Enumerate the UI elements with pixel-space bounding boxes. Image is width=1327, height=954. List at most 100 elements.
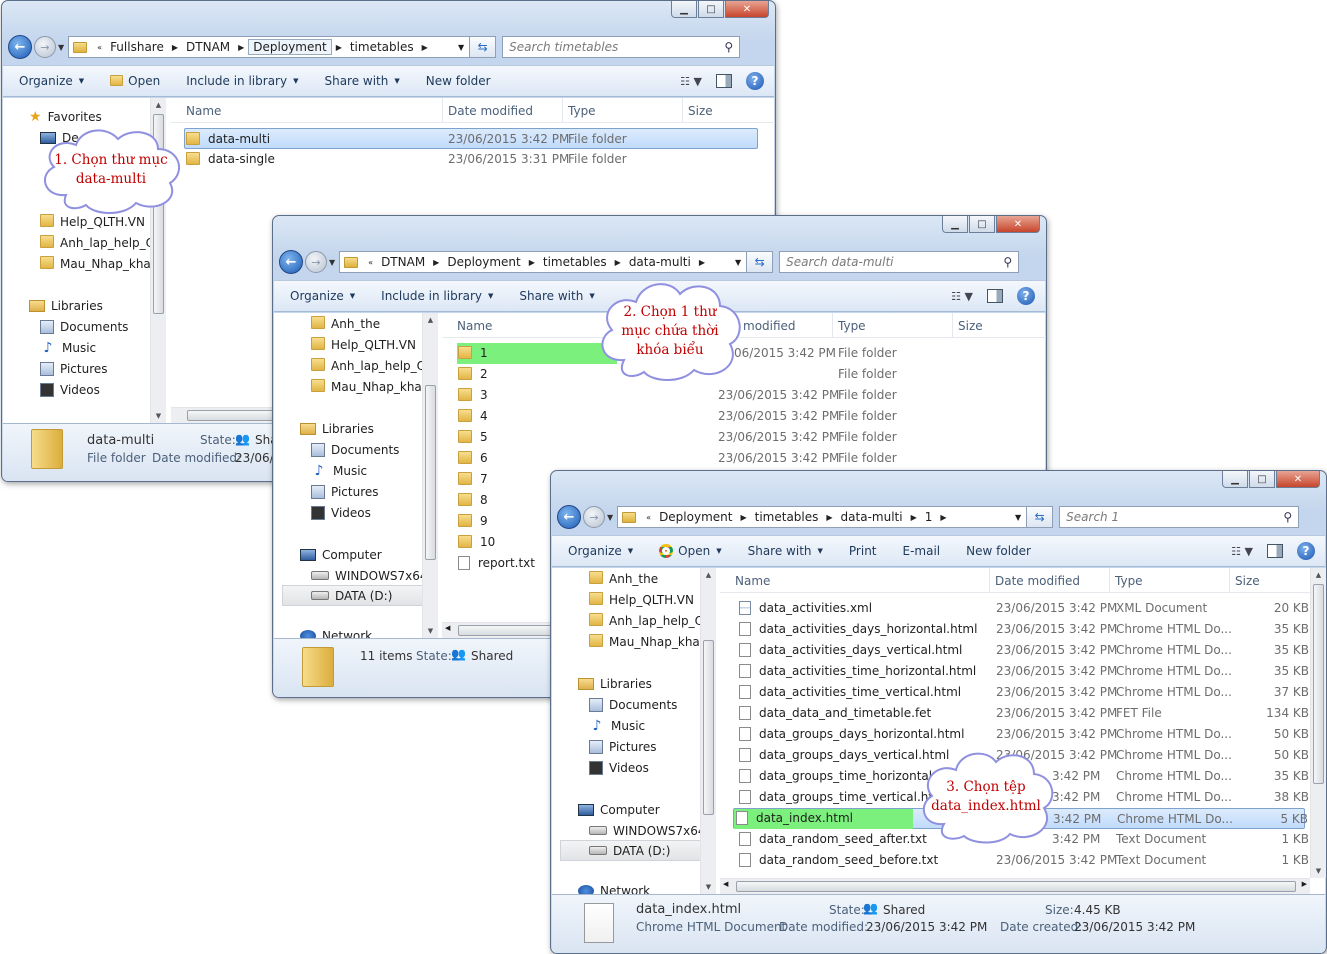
chevron-right-icon[interactable]: ▶ — [736, 513, 750, 522]
help-icon[interactable]: ? — [1017, 287, 1035, 305]
nav-anh-lap-help[interactable]: Anh_lap_help_QL — [311, 355, 424, 376]
file-row-report[interactable]: report.txt — [458, 553, 558, 574]
close-button[interactable]: ✕ — [1276, 471, 1320, 488]
nav-music[interactable]: ♪ Music — [311, 460, 368, 481]
chevron-right-icon[interactable]: ▶ — [695, 258, 709, 267]
nav-windows-drive[interactable]: WINDOWS7x64 ( — [589, 820, 702, 841]
refresh-button[interactable]: ⇆ — [470, 36, 497, 58]
file-row[interactable]: data_activities_days_horizontal.html 23/0… — [733, 619, 1309, 640]
column-date-modified[interactable]: Date modified — [995, 574, 1080, 588]
nav-computer[interactable]: Computer — [578, 799, 660, 820]
nav-libraries[interactable]: Libraries — [578, 673, 652, 694]
nav-anh-lap-help[interactable]: Anh_lap_help_QL — [589, 610, 702, 631]
nav-videos[interactable]: Videos — [311, 502, 371, 523]
breadcrumb-timetables[interactable]: timetables — [346, 40, 418, 54]
close-button[interactable]: ✕ — [996, 216, 1040, 233]
nav-mau-nhap-khau[interactable]: Mau_Nhap_khau — [589, 631, 702, 652]
scroll-up-icon[interactable]: ▲ — [701, 568, 716, 582]
breadcrumb-deployment[interactable]: Deployment — [443, 255, 524, 269]
scroll-up-icon[interactable]: ▲ — [151, 98, 166, 112]
file-row[interactable]: data_random_seed_before.txt 23/06/2015 3:… — [733, 850, 1309, 871]
file-row-3[interactable]: 3 23/06/2015 3:42 PM File folder — [458, 385, 1038, 406]
nav-windows-drive[interactable]: WINDOWS7x64 ( — [311, 565, 424, 586]
search-input[interactable]: Search data-multi ⚲ — [779, 251, 1020, 273]
breadcrumb-deployment[interactable]: Deployment — [655, 510, 736, 524]
column-name[interactable]: Name — [735, 574, 770, 588]
nav-computer[interactable]: Computer — [300, 544, 382, 565]
column-name[interactable]: Name — [186, 104, 221, 118]
back-button[interactable]: ← — [279, 250, 303, 274]
minimize-button[interactable]: ▁ — [942, 216, 968, 233]
file-row-2[interactable]: 2 File folder — [458, 364, 1038, 385]
file-row[interactable]: data_activities.xml 23/06/2015 3:42 PM XML… — [733, 598, 1309, 619]
nav-mau-nhap-khau[interactable]: Mau_Nhap_khau — [40, 253, 151, 274]
recent-pages-dropdown[interactable]: ▼ — [58, 43, 64, 52]
scroll-left-icon[interactable]: ◀ — [723, 880, 728, 888]
breadcrumb-1[interactable]: 1 — [921, 510, 937, 524]
change-view-icon[interactable]: ☷ ▼ — [1231, 545, 1253, 558]
file-row[interactable]: data_groups_days_horizontal.html 23/06/20… — [733, 724, 1309, 745]
refresh-button[interactable]: ⇆ — [747, 251, 774, 273]
column-type[interactable]: Type — [838, 319, 866, 333]
email-button[interactable]: E-mail — [903, 544, 941, 558]
chevron-right-icon[interactable]: ▶ — [822, 513, 836, 522]
breadcrumb-timetables[interactable]: timetables — [751, 510, 823, 524]
address-bar[interactable]: « DTNAM ▶ Deployment ▶ timetables ▶ data-mu… — [339, 251, 748, 273]
nav-pictures[interactable]: Pictures — [311, 481, 379, 502]
address-bar[interactable]: « Fullshare ▶ DTNAM ▶ Deployment ▶ timetabl… — [68, 36, 471, 58]
nav-network[interactable]: Network — [300, 625, 372, 638]
file-list-hscrollbar[interactable]: ◀ — [442, 622, 552, 638]
forward-button[interactable]: → — [34, 36, 56, 58]
file-row-4[interactable]: 4 23/06/2015 3:42 PM File folder — [458, 406, 1038, 427]
organize-button[interactable]: Organize ▼ — [19, 74, 84, 88]
nav-anh-lap-help[interactable]: Anh_lap_help_QL — [40, 232, 151, 253]
refresh-button[interactable]: ⇆ — [1027, 506, 1054, 528]
chevron-overflow-icon[interactable]: « — [93, 43, 106, 52]
nav-videos[interactable]: Videos — [589, 757, 649, 778]
scroll-down-icon[interactable]: ▼ — [701, 880, 716, 894]
close-button[interactable]: ✕ — [725, 1, 769, 18]
breadcrumb-dtnam[interactable]: DTNAM — [182, 40, 234, 54]
scroll-right-icon[interactable]: ▶ — [1302, 880, 1307, 888]
share-with-button[interactable]: Share with ▼ — [324, 74, 399, 88]
scroll-up-icon[interactable]: ▲ — [423, 313, 438, 327]
column-date-modified[interactable]: Date modified — [448, 104, 533, 118]
preview-pane-icon[interactable] — [716, 74, 732, 88]
chevron-down-icon[interactable]: ▼ — [453, 43, 469, 52]
file-list-scrollbar[interactable]: ▲ ▼ — [1310, 568, 1326, 878]
nav-documents[interactable]: Documents — [40, 316, 128, 337]
scroll-down-icon[interactable]: ▼ — [151, 409, 166, 423]
nav-libraries[interactable]: Libraries — [29, 295, 103, 316]
nav-help-qlth[interactable]: Help_QLTH.VN — [311, 334, 416, 355]
nav-music[interactable]: ♪ Music — [589, 715, 646, 736]
help-icon[interactable]: ? — [746, 72, 764, 90]
nav-music[interactable]: ♪ Music — [40, 337, 97, 358]
column-size[interactable]: Size — [688, 104, 713, 118]
nav-libraries[interactable]: Libraries — [300, 418, 374, 439]
nav-favorites[interactable]: ★ Favorites — [29, 106, 102, 127]
help-icon[interactable]: ? — [1297, 542, 1315, 560]
column-size[interactable]: Size — [1235, 574, 1260, 588]
chevron-right-icon[interactable]: ▶ — [936, 513, 950, 522]
file-row-7[interactable]: 7 — [458, 469, 558, 490]
nav-videos[interactable]: Videos — [40, 379, 100, 400]
nav-data-drive[interactable]: DATA (D:) — [560, 840, 702, 861]
breadcrumb-deployment[interactable]: Deployment — [248, 39, 332, 55]
organize-button[interactable]: Organize ▼ — [568, 544, 633, 558]
file-row-6[interactable]: 6 23/06/2015 3:42 PM File folder — [458, 448, 1038, 469]
nav-documents[interactable]: Documents — [589, 694, 677, 715]
minimize-button[interactable]: ▁ — [671, 1, 697, 18]
search-input[interactable]: Search timetables ⚲ — [502, 36, 741, 58]
maximize-button[interactable]: □ — [1249, 471, 1275, 488]
share-with-button[interactable]: Share with ▼ — [519, 289, 594, 303]
column-size[interactable]: Size — [958, 319, 983, 333]
file-row-9[interactable]: 9 — [458, 511, 558, 532]
share-with-button[interactable]: Share with ▼ — [748, 544, 823, 558]
change-view-icon[interactable]: ☷ ▼ — [680, 75, 702, 88]
preview-pane-icon[interactable] — [1267, 544, 1283, 558]
column-date-modified[interactable]: modified — [743, 319, 796, 333]
breadcrumb-data-multi[interactable]: data-multi — [625, 255, 695, 269]
print-button[interactable]: Print — [849, 544, 877, 558]
include-in-library-button[interactable]: Include in library ▼ — [186, 74, 298, 88]
file-row-5[interactable]: 5 23/06/2015 3:42 PM File folder — [458, 427, 1038, 448]
